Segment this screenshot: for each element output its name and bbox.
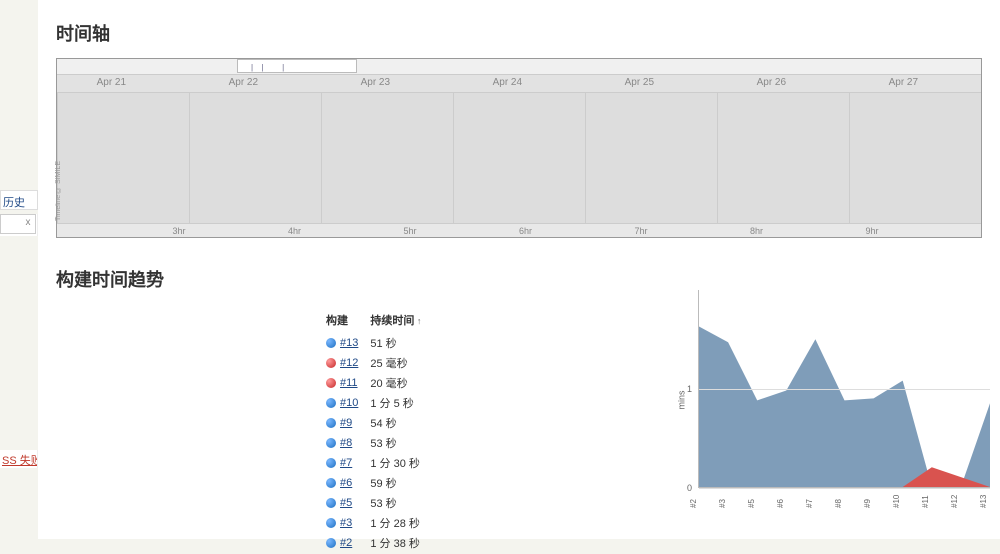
rss-failures-label: SS 失败 xyxy=(2,455,38,467)
chart-y-axis-label: mins xyxy=(677,390,687,409)
timeline-overview-band[interactable]: | | | xyxy=(57,59,981,75)
timeline-hour-label: 9hr xyxy=(866,226,879,236)
build-duration-cell: 20 毫秒 xyxy=(370,374,431,392)
table-row: #10 1 分 5 秒 xyxy=(326,394,431,412)
build-duration-cell: 25 毫秒 xyxy=(370,354,431,372)
status-ball-red-icon xyxy=(326,358,336,368)
chart-x-tick-label: #5 xyxy=(747,499,756,508)
table-row: #21 分 38 秒 xyxy=(326,534,431,552)
timeline-hour-row: 3hr 4hr 5hr 6hr 7hr 8hr 9hr xyxy=(57,223,981,237)
main-panel: 时间轴 | | | Apr 21 Apr 22 Apr 23 Apr 24 Apr 25… xyxy=(38,0,1000,539)
build-history-header: 历史 xyxy=(0,190,38,210)
table-row: #12 25 毫秒 xyxy=(326,354,431,372)
chart-x-tick-label: #11 xyxy=(921,495,930,508)
timeline-body[interactable] xyxy=(57,93,981,223)
rss-failures-link[interactable]: SS 失败 xyxy=(0,450,38,468)
build-duration-cell: 54 秒 xyxy=(370,414,431,432)
build-link[interactable]: #3 xyxy=(340,517,352,529)
chart-x-tick-label: #13 xyxy=(979,495,988,508)
status-ball-blue-icon xyxy=(326,458,336,468)
chart-x-tick-label: #9 xyxy=(863,499,872,508)
timeline-section-title: 时间轴 xyxy=(56,20,982,46)
timeline-hour-label: 7hr xyxy=(635,226,648,236)
timeline-hour-label: 4hr xyxy=(288,226,301,236)
chart-x-tick-label: #6 xyxy=(776,499,785,508)
chart-y-tick-label: 0 xyxy=(687,483,692,493)
timeline-grid-line xyxy=(849,93,850,223)
timeline-date-label: Apr 25 xyxy=(625,77,654,88)
timeline-hour-label: 6hr xyxy=(519,226,532,236)
build-duration-cell: 51 秒 xyxy=(370,334,431,352)
table-row: #9 54 秒 xyxy=(326,414,431,432)
chart-x-tick-label: #3 xyxy=(718,499,727,508)
build-duration-cell: 1 分 30 秒 xyxy=(370,454,431,472)
timeline-grid-line xyxy=(585,93,586,223)
clear-search-icon[interactable]: x xyxy=(21,216,35,230)
timeline-credit: Timeline © SIMILE xyxy=(55,161,62,221)
build-duration-cell: 1 分 28 秒 xyxy=(370,514,431,532)
timeline-date-label: Apr 23 xyxy=(361,77,390,88)
timeline-date-label: Apr 26 xyxy=(757,77,786,88)
table-row: #3 1 分 28 秒 xyxy=(326,514,431,532)
status-ball-blue-icon xyxy=(326,478,336,488)
chart-plot-area: 01 xyxy=(698,290,990,488)
table-row: #13 51 秒 xyxy=(326,334,431,352)
timeline-hour-label: 5hr xyxy=(404,226,417,236)
timeline-hour-label: 3hr xyxy=(173,226,186,236)
build-duration-cell: 1 分 5 秒 xyxy=(370,394,431,412)
timeline-grid-line xyxy=(453,93,454,223)
status-ball-blue-icon xyxy=(326,538,336,548)
timeline-date-label: Apr 24 xyxy=(493,77,522,88)
status-ball-blue-icon xyxy=(326,398,336,408)
table-row: #6 59 秒 xyxy=(326,474,431,492)
build-duration-table: 构建 持续时间 #13 51 秒 #12 25 毫秒 #11 20 毫秒 #10 1 分 5 … xyxy=(324,308,433,554)
chart-x-tick-label: #12 xyxy=(950,495,959,508)
build-link[interactable]: #5 xyxy=(340,497,352,509)
chart-x-axis: #2#3#5#6#7#8#9#10#11#12#13 xyxy=(698,488,990,510)
build-link[interactable]: #7 xyxy=(340,457,352,469)
table-row: #7 1 分 30 秒 xyxy=(326,454,431,472)
col-duration-header[interactable]: 持续时间 xyxy=(370,310,431,332)
build-duration-cell: 1 分 38 秒 xyxy=(370,534,431,552)
build-link[interactable]: #12 xyxy=(340,357,358,369)
build-link[interactable]: #10 xyxy=(340,397,358,409)
table-row: #11 20 毫秒 xyxy=(326,374,431,392)
timeline-date-label: Apr 27 xyxy=(889,77,918,88)
timeline-hour-label: 8hr xyxy=(750,226,763,236)
build-link[interactable]: #13 xyxy=(340,337,358,349)
timeline-date-row: Apr 21 Apr 22 Apr 23 Apr 24 Apr 25 Apr 26 Apr … xyxy=(57,75,981,93)
build-duration-cell: 53 秒 xyxy=(370,434,431,452)
timeline-mini-ticks: | | | xyxy=(251,63,287,72)
timeline-widget[interactable]: | | | Apr 21Apr 22Apr 23Apr 24Apr 25Apr … xyxy=(56,58,982,238)
build-link[interactable]: #9 xyxy=(340,417,352,429)
build-history-search-wrap: x xyxy=(0,214,38,236)
chart-y-tick-label: 1 xyxy=(687,384,692,394)
status-ball-blue-icon xyxy=(326,498,336,508)
table-row: #8 53 秒 xyxy=(326,434,431,452)
timeline-grid-line xyxy=(321,93,322,223)
build-time-chart: mins 01 #2#3#5#6#7#8#9#10#11#12#13 xyxy=(680,290,990,510)
history-label: 历史 xyxy=(3,197,25,209)
chart-x-tick-label: #7 xyxy=(805,499,814,508)
chart-x-tick-label: #8 xyxy=(834,499,843,508)
trend-section-title: 构建时间趋势 xyxy=(56,266,982,292)
chart-x-tick-label: #10 xyxy=(892,495,901,508)
col-build-header[interactable]: 构建 xyxy=(326,310,368,332)
status-ball-blue-icon xyxy=(326,518,336,528)
timeline-date-label: Apr 21 xyxy=(97,77,126,88)
build-link[interactable]: #6 xyxy=(340,477,352,489)
timeline-grid-line xyxy=(189,93,190,223)
build-link[interactable]: #8 xyxy=(340,437,352,449)
timeline-date-label: Apr 22 xyxy=(229,77,258,88)
table-row: #5 53 秒 xyxy=(326,494,431,512)
status-ball-blue-icon xyxy=(326,338,336,348)
build-link[interactable]: #11 xyxy=(340,377,358,389)
status-ball-blue-icon xyxy=(326,438,336,448)
status-ball-red-icon xyxy=(326,378,336,388)
timeline-grid-line xyxy=(717,93,718,223)
build-duration-cell: 53 秒 xyxy=(370,494,431,512)
chart-x-tick-label: #2 xyxy=(689,499,698,508)
status-ball-blue-icon xyxy=(326,418,336,428)
build-duration-cell: 59 秒 xyxy=(370,474,431,492)
